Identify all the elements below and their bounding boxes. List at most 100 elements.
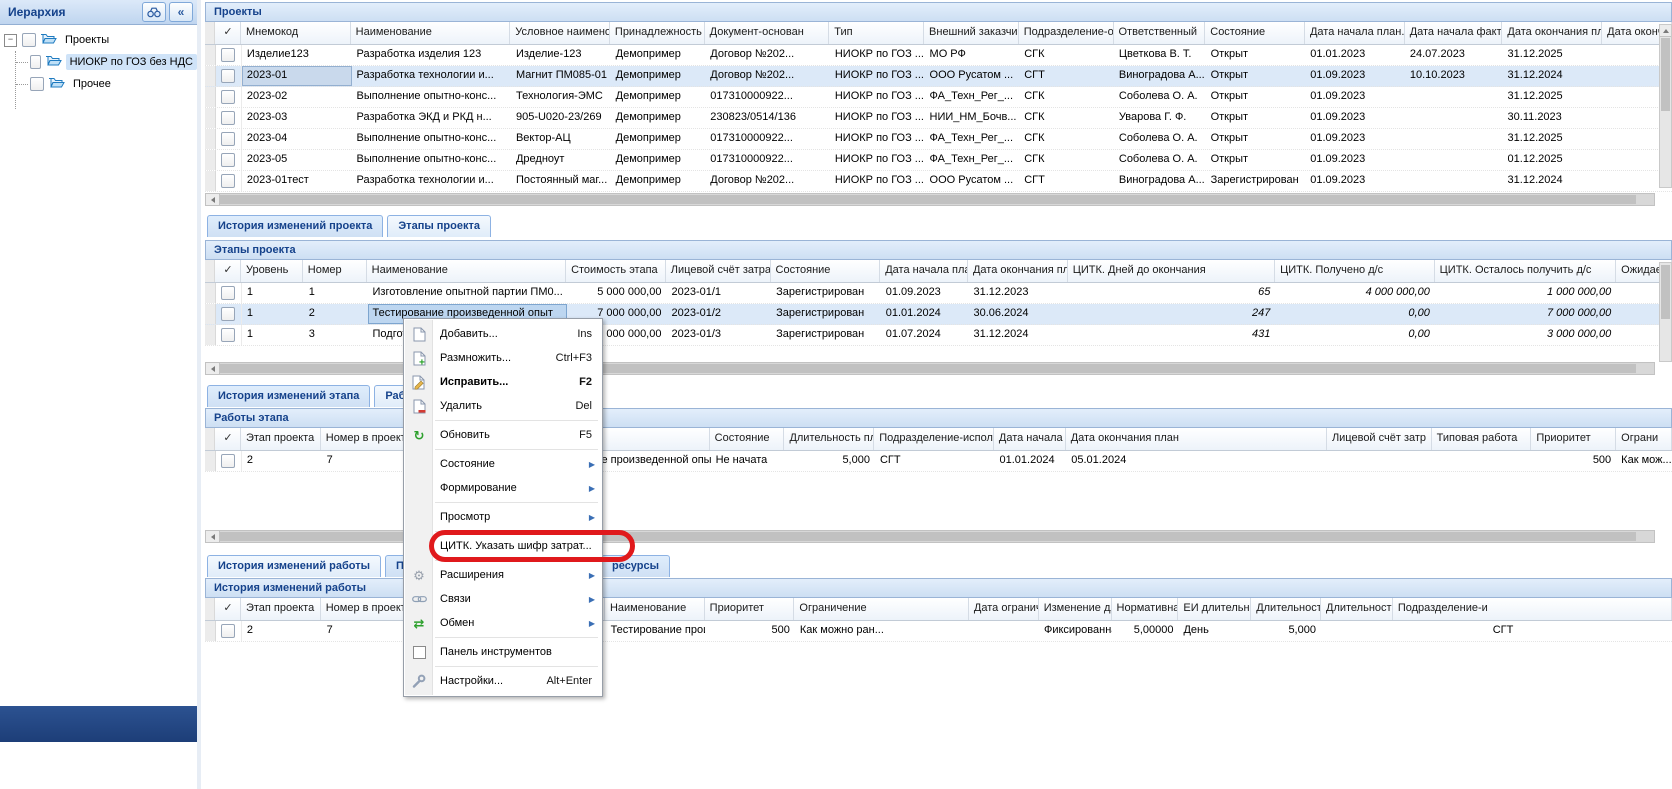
scrollbar-thumb[interactable] — [1661, 265, 1670, 319]
row-checkbox[interactable] — [221, 153, 235, 167]
table-row[interactable]: 2023-01Разработка технологии и...Магнит … — [205, 66, 1672, 87]
column-header[interactable]: Наименование — [351, 22, 511, 44]
menu-item[interactable]: Просмотр▶ — [405, 505, 601, 529]
table-row[interactable]: 2023-05Выполнение опытно-конс...Дредноут… — [205, 150, 1672, 171]
menu-item[interactable]: Настройки...Alt+Enter — [405, 669, 601, 693]
row-handle[interactable] — [205, 621, 216, 641]
column-header[interactable]: Подразделение-и — [1393, 598, 1672, 620]
column-header[interactable]: Типовая работа — [1432, 428, 1532, 450]
column-header[interactable]: Подразделение-исполнитель.. — [874, 428, 994, 450]
column-header[interactable]: Дата начала факт. — [1405, 22, 1503, 44]
row-checkbox[interactable] — [221, 174, 235, 188]
column-header[interactable]: Этап проекта — [241, 598, 321, 620]
menu-item[interactable]: Добавить...Ins — [405, 322, 601, 346]
row-handle[interactable] — [205, 45, 216, 65]
table-row[interactable]: 2023-02Выполнение опытно-конс...Технолог… — [205, 87, 1672, 108]
table-row[interactable]: 2023-04Выполнение опытно-конс...Вектор-А… — [205, 129, 1672, 150]
collapse-node-icon[interactable]: − — [4, 34, 17, 47]
menu-item[interactable]: ⇄Обмен▶ — [405, 611, 601, 635]
menu-item[interactable]: +Размножить...Ctrl+F3 — [405, 346, 601, 370]
tab-project-stages[interactable]: Этапы проекта — [387, 215, 491, 237]
column-header[interactable]: Длительность план▼ — [784, 428, 874, 450]
row-handle[interactable] — [205, 66, 216, 86]
projects-horizontal-scrollbar[interactable] — [205, 193, 1655, 206]
tree-item-projects[interactable]: − Проекты — [4, 29, 197, 51]
menu-item[interactable]: ⚙Расширения▶ — [405, 563, 601, 587]
select-all-header[interactable]: ✓ — [215, 598, 241, 620]
table-row[interactable]: 11Изготовление опытной партии ПМ0...5 00… — [205, 283, 1672, 304]
column-header[interactable]: Номер — [303, 260, 367, 282]
select-all-header[interactable]: ✓ — [215, 22, 241, 44]
tree-checkbox[interactable] — [30, 77, 44, 91]
row-handle[interactable] — [205, 87, 216, 107]
column-header[interactable]: Внешний заказчик — [924, 22, 1019, 44]
column-header[interactable]: Наименование — [605, 598, 705, 620]
column-header[interactable]: Длительность фак — [1321, 598, 1393, 620]
tree-checkbox[interactable] — [22, 33, 36, 47]
menu-item[interactable]: ЦИТК. Указать шифр затрат... — [405, 534, 601, 558]
scrollbar-thumb[interactable] — [220, 195, 1636, 204]
column-header[interactable]: Этап проекта — [241, 428, 321, 450]
row-checkbox[interactable] — [221, 90, 235, 104]
column-header[interactable]: Принадлежность — [610, 22, 705, 44]
column-header[interactable]: Состояние — [771, 260, 881, 282]
column-header[interactable]: Ограничение — [794, 598, 969, 620]
column-header[interactable]: Уровень — [241, 260, 303, 282]
binoculars-icon[interactable] — [142, 2, 166, 22]
column-header[interactable]: Мнемокод — [241, 22, 351, 44]
row-handle[interactable] — [205, 150, 216, 170]
table-row[interactable]: Изделие123Разработка изделия 123Изделие-… — [205, 45, 1672, 66]
row-handle[interactable] — [205, 283, 216, 303]
column-header[interactable]: Ответственный — [1114, 22, 1206, 44]
column-header[interactable]: ЦИТК. Дней до окончания — [1068, 260, 1275, 282]
column-header[interactable]: Состояние — [1205, 22, 1305, 44]
column-header[interactable]: Дата начала план. — [994, 428, 1066, 450]
row-checkbox[interactable] — [221, 69, 235, 83]
column-header[interactable]: Дата ограничения — [969, 598, 1039, 620]
select-all-header[interactable]: ✓ — [215, 428, 241, 450]
row-handle[interactable] — [205, 108, 216, 128]
tab-resources[interactable]: ресурсы — [601, 555, 670, 577]
table-row[interactable]: 2023-03Разработка ЭКД и РКД н...905-U020… — [205, 108, 1672, 129]
stages-vertical-scrollbar[interactable] — [1659, 262, 1672, 362]
tab-project-history[interactable]: История изменений проекта — [207, 215, 383, 237]
scroll-left-icon[interactable] — [206, 531, 220, 542]
tab-stage-history[interactable]: История изменений этапа — [207, 385, 370, 407]
column-header[interactable]: Лицевой счёт затрат. — [666, 260, 771, 282]
scroll-left-icon[interactable] — [206, 194, 220, 205]
column-header[interactable]: Дата окончания пл — [1502, 22, 1602, 44]
scrollbar-thumb[interactable] — [1661, 38, 1670, 111]
row-checkbox[interactable] — [221, 328, 235, 342]
row-checkbox[interactable] — [221, 48, 235, 62]
row-checkbox[interactable] — [221, 624, 235, 638]
splitter[interactable] — [197, 0, 201, 789]
menu-item[interactable]: Панель инструментов — [405, 640, 601, 664]
column-header[interactable]: Дата окончания план — [968, 260, 1068, 282]
column-header[interactable]: Наименование — [367, 260, 566, 282]
column-header[interactable]: Изменение длител — [1039, 598, 1112, 620]
tree-checkbox[interactable] — [30, 55, 41, 69]
projects-vertical-scrollbar[interactable] — [1659, 24, 1672, 188]
row-handle[interactable] — [205, 304, 216, 324]
table-row[interactable]: 2023-01тестРазработка технологии и...Пос… — [205, 171, 1672, 192]
column-header[interactable]: Длительность пла — [1251, 598, 1321, 620]
menu-item[interactable]: Связи▶ — [405, 587, 601, 611]
row-handle[interactable] — [205, 325, 216, 345]
column-header[interactable]: Ограни — [1616, 428, 1672, 450]
row-checkbox[interactable] — [221, 111, 235, 125]
tab-work-history[interactable]: История изменений работы — [207, 555, 381, 577]
menu-item[interactable]: УдалитьDel — [405, 394, 601, 418]
tree-item-other[interactable]: Прочее — [28, 73, 197, 95]
menu-item[interactable]: Исправить...F2 — [405, 370, 601, 394]
select-all-header[interactable]: ✓ — [215, 260, 241, 282]
column-header[interactable]: Стоимость этапа — [566, 260, 666, 282]
column-header[interactable]: Документ-основан — [705, 22, 830, 44]
column-header[interactable]: Дата начала план — [880, 260, 968, 282]
row-handle[interactable] — [205, 171, 216, 191]
column-header[interactable]: Дата начала план. — [1305, 22, 1405, 44]
column-header[interactable]: Подразделение-от — [1019, 22, 1114, 44]
column-header[interactable]: Дата окончания план — [1066, 428, 1327, 450]
column-header[interactable]: ЦИТК. Осталось получить д/с — [1435, 260, 1616, 282]
column-header[interactable]: ЕИ длительности — [1178, 598, 1251, 620]
tree-item-niokr[interactable]: НИОКР по ГОЗ без НДС — [28, 51, 197, 73]
